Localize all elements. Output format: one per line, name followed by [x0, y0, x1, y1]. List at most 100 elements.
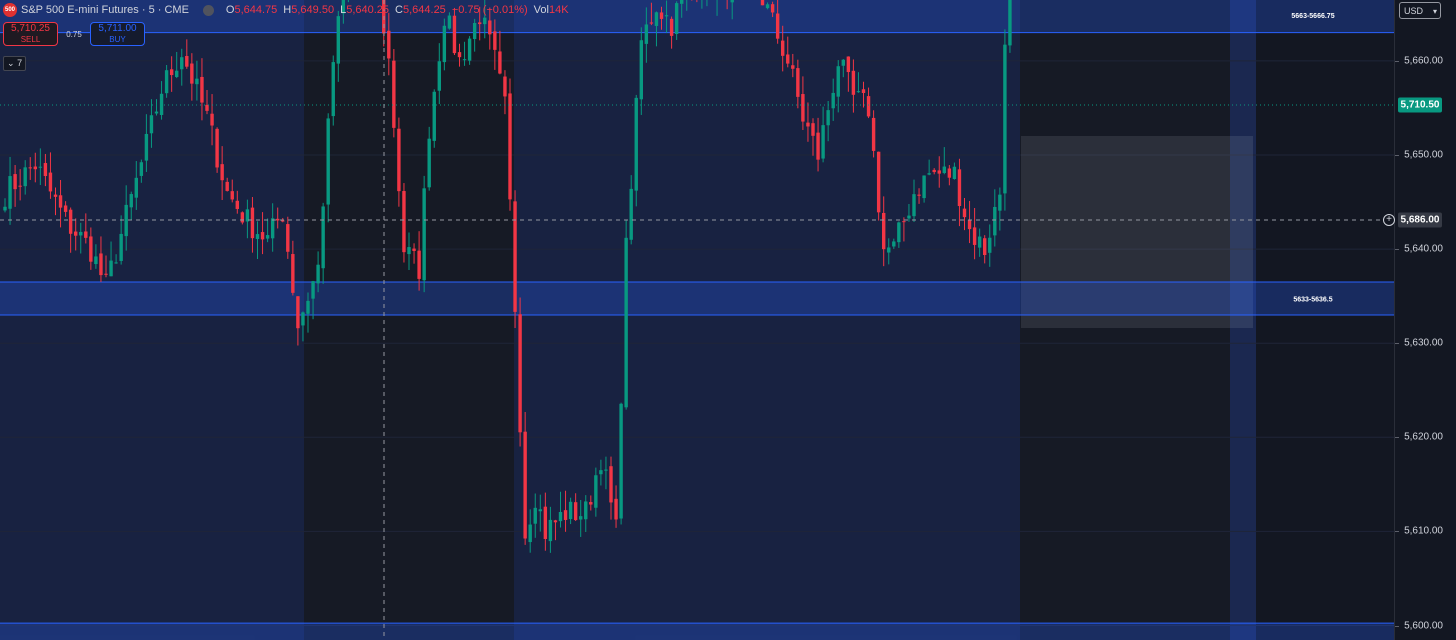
candle-body — [599, 470, 603, 475]
symbol-legend: 500 S&P 500 E-mini Futures · 5 · CME O 5… — [3, 2, 569, 18]
candle-body — [109, 260, 113, 277]
candle-body — [826, 110, 830, 126]
candle-body — [139, 162, 144, 176]
candle-body — [669, 18, 674, 36]
candle-body — [639, 40, 643, 100]
add-alert-icon[interactable]: + — [1383, 214, 1395, 226]
candle-body — [84, 231, 88, 238]
candle-body — [659, 12, 664, 19]
candle-body — [902, 221, 906, 223]
candle-body — [215, 128, 219, 168]
sell-price: 5,710.25 — [11, 23, 50, 34]
candle-body — [836, 66, 840, 97]
chart-area[interactable]: 5720-5723.55702-57065675-56805663-5666.7… — [0, 0, 1394, 640]
indicators-toggle[interactable]: ⌄ 7 — [3, 56, 27, 71]
candle-body — [619, 403, 623, 519]
candle-body — [331, 62, 335, 117]
chart-canvas[interactable]: 5720-5723.55702-57065675-56805663-5666.7… — [0, 0, 1394, 640]
candle-body — [498, 51, 502, 74]
candle-body — [993, 206, 997, 236]
candle-body — [882, 212, 886, 250]
candle-body — [558, 511, 563, 522]
candle-body — [417, 250, 421, 279]
candle-body — [164, 70, 169, 94]
candle-body — [634, 97, 638, 191]
candle-body — [518, 314, 522, 433]
change-value: −0.75 (−0.01%) — [451, 4, 528, 16]
candle-body — [594, 475, 598, 508]
volume-value: 14K — [548, 4, 569, 16]
candle-body — [775, 13, 780, 39]
candle-body — [53, 194, 58, 197]
candle-body — [33, 166, 37, 170]
candle-body — [260, 232, 265, 240]
crosshair-price-value: 5,686.00 — [1400, 214, 1440, 226]
price-tick-label: 5,610.00 — [1404, 525, 1443, 537]
sell-button[interactable]: 5,710.25 SELL — [3, 22, 58, 46]
visibility-icon[interactable] — [202, 4, 214, 16]
price-tick-mark — [1395, 60, 1399, 62]
candle-body — [866, 96, 871, 117]
price-zone — [0, 282, 1394, 315]
candle-body — [876, 151, 881, 213]
candle-body — [38, 166, 43, 168]
candle-body — [533, 507, 537, 524]
candle-body — [962, 208, 967, 218]
candle-body — [392, 60, 396, 128]
candle-body — [457, 52, 462, 58]
candle-body — [846, 56, 851, 73]
candle-body — [8, 176, 12, 209]
price-zone-label: 5633-5636.5 — [1293, 297, 1332, 304]
session-background — [1256, 0, 1394, 640]
current-price-value: 5,710.50 — [1400, 99, 1440, 111]
candle-body — [861, 89, 866, 94]
chevron-down-icon: ⌄ — [7, 58, 15, 68]
candle-body — [649, 22, 654, 24]
candle-body — [680, 0, 684, 4]
candle-body — [28, 167, 32, 169]
chevron-down-icon: ▾ — [1432, 7, 1437, 16]
ohlc-high-label: H — [283, 4, 292, 16]
candle-body — [624, 237, 628, 408]
candle-body — [427, 138, 431, 188]
candle-body — [604, 469, 608, 471]
current-price-tag: 5,710.50 — [1398, 97, 1442, 113]
currency-select[interactable]: USD ▾ — [1399, 2, 1441, 19]
sell-label: SELL — [20, 35, 41, 44]
candle-body — [235, 200, 239, 209]
candle-body — [983, 238, 987, 256]
candle-body — [195, 78, 199, 85]
candle-body — [654, 12, 659, 26]
price-tick-mark — [1395, 531, 1399, 533]
symbol-title[interactable]: S&P 500 E-mini Futures · 5 · CME — [21, 4, 189, 16]
candle-body — [286, 224, 290, 252]
candle-body — [129, 194, 133, 208]
candle-body — [897, 222, 901, 243]
candle-body — [437, 61, 441, 91]
candle-body — [321, 206, 325, 269]
candle-body — [841, 59, 845, 66]
candle-body — [3, 206, 7, 211]
candle-body — [887, 247, 891, 253]
candle-body — [730, 0, 734, 3]
candle-body — [462, 59, 467, 61]
ohlc-close-value: 5,644.25 — [402, 4, 446, 16]
candle-body — [402, 191, 406, 253]
price-tick-label: 5,660.00 — [1404, 55, 1443, 67]
candle-body — [528, 524, 532, 543]
candle-body — [488, 20, 492, 35]
price-axis[interactable]: USD ▾ 5,720.005,710.005,700.005,690.005,… — [1383, 0, 1456, 640]
candle-body — [114, 262, 118, 264]
candle-body — [871, 117, 876, 151]
candle-body — [124, 204, 128, 237]
candle-body — [548, 519, 553, 542]
candle-body — [801, 94, 805, 122]
candle-body — [210, 113, 214, 126]
candle-body — [644, 24, 649, 44]
candle-body — [806, 122, 810, 127]
buy-button[interactable]: 5,711.00 BUY — [90, 22, 145, 46]
candle-body — [412, 248, 416, 251]
candle-body — [972, 227, 977, 245]
candle-body — [674, 3, 679, 35]
candle-body — [306, 300, 310, 314]
